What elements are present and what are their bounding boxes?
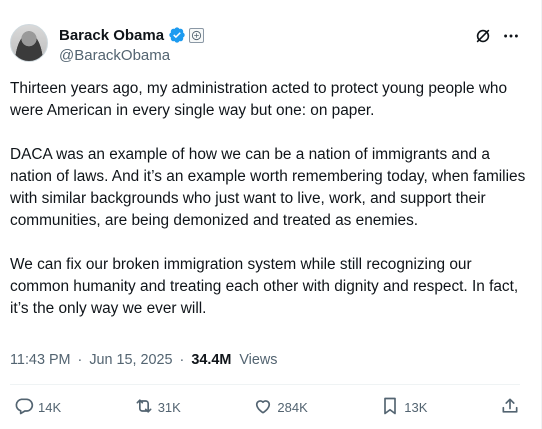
author-info: Barack Obama @BarackObama (59, 26, 205, 64)
grok-icon[interactable] (473, 26, 493, 46)
repost-icon (134, 396, 154, 419)
reply-count: 14K (38, 400, 62, 415)
bookmark-icon (380, 396, 400, 419)
bookmark-count: 13K (404, 400, 428, 415)
views-label: Views (239, 352, 278, 368)
tweet-paragraph: DACA was an example of how we can be a n… (10, 146, 526, 229)
tweet-date[interactable]: Jun 15, 2025 (89, 352, 172, 368)
tweet-paragraph: We can fix our broken immigration system… (10, 256, 519, 317)
meta-separator: · (77, 352, 83, 368)
top-actions (473, 26, 521, 46)
share-icon (500, 396, 520, 419)
avatar[interactable] (10, 24, 48, 62)
divider (10, 384, 520, 385)
repost-button[interactable]: 31K (134, 396, 181, 419)
verified-badge-icon[interactable] (168, 26, 186, 44)
tweet: Barack Obama @BarackObama Thirteen years… (0, 0, 542, 429)
share-button[interactable] (500, 396, 520, 419)
views-count[interactable]: 34.4M (191, 352, 231, 368)
name-row: Barack Obama (59, 26, 205, 44)
repost-count: 31K (157, 400, 181, 415)
reply-button[interactable]: 14K (14, 396, 61, 419)
tweet-paragraph: Thirteen years ago, my administration ac… (10, 80, 508, 119)
tweet-time[interactable]: 11:43 PM (10, 352, 71, 368)
tweet-header: Barack Obama @BarackObama (10, 24, 205, 64)
meta-separator: · (179, 352, 185, 368)
reply-icon (14, 396, 34, 419)
action-bar: 14K 31K 284K 13K (10, 396, 520, 419)
tweet-body: Thirteen years ago, my administration ac… (10, 78, 530, 320)
more-icon[interactable] (501, 26, 521, 46)
like-count: 284K (277, 400, 308, 415)
like-button[interactable]: 284K (253, 396, 308, 419)
display-name[interactable]: Barack Obama (59, 27, 164, 44)
tweet-meta: 11:43 PM · Jun 15, 2025 · 34.4M Views (10, 352, 277, 368)
bookmark-button[interactable]: 13K (380, 396, 427, 419)
government-badge-icon[interactable] (189, 27, 205, 43)
handle[interactable]: @BarackObama (59, 47, 204, 64)
like-icon (253, 396, 273, 419)
